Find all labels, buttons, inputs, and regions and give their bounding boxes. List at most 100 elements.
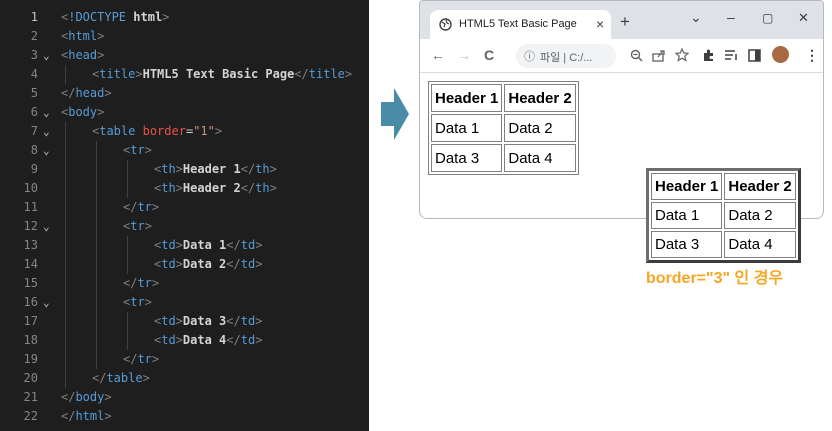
code-line[interactable]: 21 </body> (0, 388, 369, 407)
code-token: !DOCTYPE (68, 10, 134, 24)
code-token: > (97, 48, 105, 62)
code-editor[interactable]: 1 <!DOCTYPE html> 2 <html> 3 ⌄ <head> 4 <title>H… (0, 0, 369, 431)
code-line[interactable]: 6 ⌄ <body> (0, 103, 369, 122)
table-cell: Data 4 (504, 144, 576, 172)
code-line[interactable]: 4 <title>HTML5 Text Basic Page</title> (0, 65, 369, 84)
bookmark-star-icon[interactable] (675, 48, 689, 62)
back-button[interactable]: ← (431, 47, 445, 63)
reading-list-icon[interactable] (724, 49, 738, 61)
tab-search-icon[interactable]: ⌄ (690, 9, 702, 26)
table-header-cell: Header 1 (651, 173, 723, 200)
code-token: tr (130, 295, 145, 309)
line-number: 13 (23, 238, 38, 252)
minimize-button[interactable]: – (727, 9, 735, 25)
code-text: </html> (61, 407, 112, 426)
menu-icon[interactable]: ⋮ (805, 47, 819, 64)
fold-chevron-icon[interactable]: ⌄ (43, 103, 55, 122)
code-token: > (144, 219, 152, 233)
line-number: 22 (23, 409, 38, 423)
code-line[interactable]: 11 </tr> (0, 198, 369, 217)
fold-chevron-icon[interactable]: ⌄ (43, 46, 55, 65)
code-line[interactable]: 17 <td>Data 3</td> (0, 312, 369, 331)
table-cell: Data 1 (651, 202, 723, 229)
code-token: td (240, 314, 256, 328)
tab-title: HTML5 Text Basic Page (459, 18, 577, 30)
code-text: <tr> (123, 293, 152, 312)
code-line[interactable]: 13 <td>Data 1</td> (0, 236, 369, 255)
code-token: HTML5 Text Basic Page (142, 67, 295, 81)
code-text: <tr> (123, 141, 152, 160)
line-number: 21 (23, 390, 38, 404)
fold-chevron-icon[interactable]: ⌄ (43, 293, 55, 312)
code-token: th (255, 162, 270, 176)
line-number: 18 (23, 333, 38, 347)
code-line[interactable]: 2 <html> (0, 27, 369, 46)
table-cell: Data 1 (431, 114, 503, 142)
code-text: <th>Header 1</th> (154, 160, 277, 179)
new-tab-button[interactable]: + (620, 12, 630, 32)
reload-button[interactable]: C (484, 47, 494, 63)
line-number: 10 (23, 181, 38, 195)
code-token: </ (61, 86, 76, 100)
indent-guide (65, 198, 66, 217)
code-line[interactable]: 14 <td>Data 2</td> (0, 255, 369, 274)
code-token: > (97, 29, 105, 43)
tab-close-icon[interactable]: × (596, 16, 604, 32)
code-text: <body> (61, 103, 104, 122)
code-line[interactable]: 8 ⌄ <tr> (0, 141, 369, 160)
restore-button[interactable]: ▢ (762, 11, 773, 25)
info-icon[interactable]: ⓘ (524, 48, 535, 64)
code-token: > (144, 143, 152, 157)
code-token: > (104, 409, 112, 423)
code-token: > (104, 86, 112, 100)
code-line[interactable]: 20 </table> (0, 369, 369, 388)
zoom-icon[interactable] (630, 49, 643, 62)
extensions-icon[interactable] (702, 48, 716, 62)
code-line[interactable]: 5 </head> (0, 84, 369, 103)
code-token: Header 1 (182, 162, 241, 176)
table-cell: Data 2 (504, 114, 576, 142)
code-line[interactable]: 9 <th>Header 1</th> (0, 160, 369, 179)
code-line[interactable]: 18 <td>Data 4</td> (0, 331, 369, 350)
side-panel-icon[interactable] (748, 49, 761, 62)
fold-chevron-icon[interactable]: ⌄ (43, 141, 55, 160)
close-window-button[interactable]: ✕ (798, 10, 809, 26)
fold-chevron-icon[interactable]: ⌄ (43, 122, 55, 141)
browser-tab[interactable]: HTML5 Text Basic Page × (430, 10, 611, 39)
code-line[interactable]: 15 </tr> (0, 274, 369, 293)
code-token: > (175, 257, 183, 271)
line-number: 7 (30, 124, 38, 138)
profile-avatar[interactable] (772, 46, 789, 63)
code-line[interactable]: 12 ⌄ <tr> (0, 217, 369, 236)
code-token: > (269, 162, 277, 176)
code-line[interactable]: 3 ⌄ <head> (0, 46, 369, 65)
code-line[interactable]: 16 ⌄ <tr> (0, 293, 369, 312)
code-token: td (161, 238, 176, 252)
code-text: </body> (61, 388, 112, 407)
code-token: </ (123, 276, 138, 290)
address-text: 파일 | C:/... (540, 52, 593, 64)
indent-guide (127, 255, 128, 274)
address-bar[interactable]: ⓘ 파일 | C:/... (516, 44, 616, 68)
code-token: > (255, 257, 263, 271)
code-line[interactable]: 10 <th>Header 2</th> (0, 179, 369, 198)
table-row: Data 1 Data 2 (431, 114, 576, 142)
code-line[interactable]: 22 </html> (0, 407, 369, 426)
code-line[interactable]: 19 </tr> (0, 350, 369, 369)
fold-chevron-icon[interactable]: ⌄ (43, 217, 55, 236)
table-cell: Data 3 (431, 144, 503, 172)
indent-guide (127, 160, 128, 179)
table-header-cell: Header 2 (724, 173, 796, 200)
code-text: <!DOCTYPE html> (61, 8, 169, 27)
code-line[interactable]: 7 ⌄ <table border="1"> (0, 122, 369, 141)
globe-icon (439, 18, 452, 31)
share-icon[interactable] (652, 49, 666, 62)
forward-button[interactable]: → (457, 47, 471, 63)
code-text: <tr> (123, 217, 152, 236)
code-text: <html> (61, 27, 104, 46)
code-line[interactable]: 1 <!DOCTYPE html> (0, 8, 369, 27)
table-header-row: Header 1 Header 2 (651, 173, 796, 200)
code-token: title (308, 67, 345, 81)
indent-guide (96, 160, 97, 179)
code-token: td (161, 314, 176, 328)
